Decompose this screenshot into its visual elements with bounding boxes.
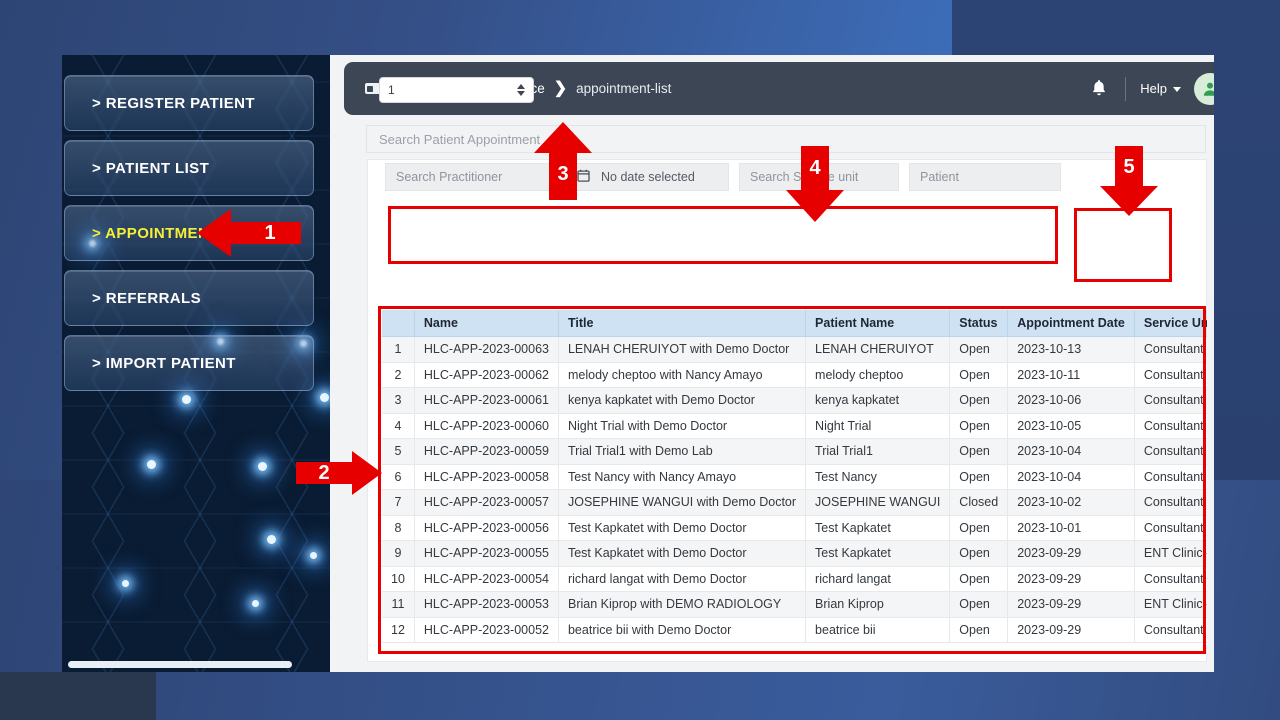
background-corner: [0, 672, 156, 720]
sidebar-item-label: > REGISTER PATIENT: [92, 94, 255, 112]
sidebar-horizontal-scrollbar[interactable]: [68, 661, 292, 668]
screenshot-root: > REGISTER PATIENT > PATIENT LIST > APPO…: [0, 0, 1280, 720]
help-menu-button[interactable]: Help: [1140, 81, 1181, 96]
patient-placeholder: Patient: [920, 170, 959, 184]
sidebar-item-register-patient[interactable]: > REGISTER PATIENT: [64, 75, 314, 131]
notification-bell-icon[interactable]: [1089, 78, 1111, 100]
annotation-arrow-3: [534, 122, 592, 200]
annotation-arrow-4: [786, 146, 844, 222]
user-avatar-icon[interactable]: [1194, 72, 1214, 105]
stepper-arrows-icon[interactable]: [517, 84, 525, 96]
topbar-actions: Help: [1089, 72, 1214, 105]
sidebar-item-label: > IMPORT PATIENT: [92, 354, 236, 372]
sidebar-item-referrals[interactable]: > REFERRALS: [64, 270, 314, 326]
practitioner-placeholder: Search Practitioner: [396, 170, 503, 184]
patient-filter-input[interactable]: Patient: [909, 163, 1061, 191]
breadcrumb-separator-icon: ❯: [553, 79, 568, 97]
help-label: Help: [1140, 81, 1167, 96]
annotation-arrow-5: [1100, 146, 1158, 216]
sidebar-item-import-patient[interactable]: > IMPORT PATIENT: [64, 335, 314, 391]
sidebar-item-label: > PATIENT LIST: [92, 159, 210, 177]
search-practitioner-input[interactable]: Search Practitioner: [385, 163, 555, 191]
breadcrumb-item-current[interactable]: appointment-list: [576, 81, 671, 96]
sidebar-item-label: > REFERRALS: [92, 289, 201, 307]
filter-row: Search Practitioner No date selected Sea…: [385, 163, 1061, 191]
date-label: No date selected: [601, 170, 695, 184]
annotation-box-table: [378, 306, 1206, 654]
annotation-arrow-1: [197, 209, 301, 257]
chevron-down-icon: [1173, 87, 1181, 93]
page-size-value: 1: [388, 83, 395, 97]
sidebar-item-patient-list[interactable]: > PATIENT LIST: [64, 140, 314, 196]
annotation-arrow-2: [296, 451, 382, 495]
sidebar: > REGISTER PATIENT > PATIENT LIST > APPO…: [62, 55, 330, 672]
annotation-box-filters: [388, 206, 1058, 264]
topbar-divider: [1125, 76, 1127, 101]
page-size-stepper[interactable]: 1: [379, 77, 534, 103]
annotation-box-reschedule: [1074, 208, 1172, 282]
search-placeholder: Search Patient Appointment: [379, 131, 541, 147]
